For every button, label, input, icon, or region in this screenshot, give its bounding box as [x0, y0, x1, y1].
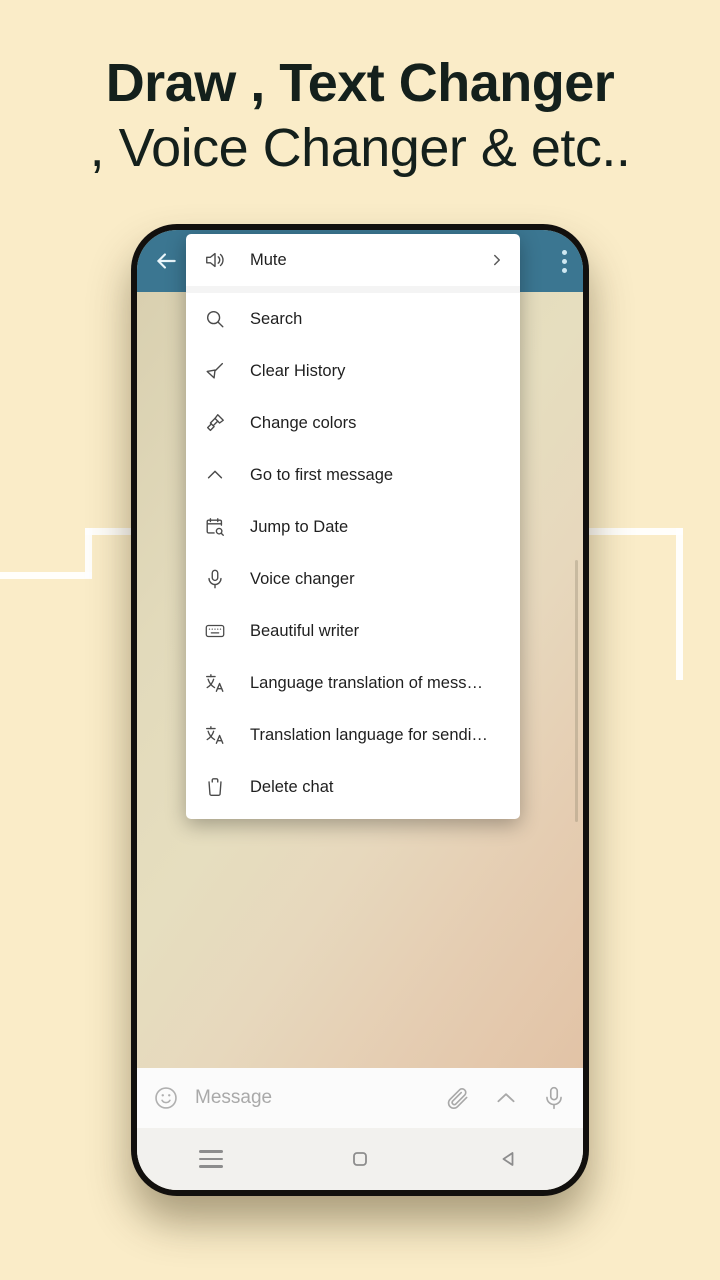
page-title-line-2: , Voice Changer & etc..: [89, 118, 631, 179]
menu-item-mute[interactable]: Mute: [186, 234, 520, 286]
menu-item-delete-chat[interactable]: Delete chat: [186, 761, 520, 813]
decoration-line-left-lower: [0, 572, 92, 579]
trash-icon: [204, 776, 234, 798]
menu-item-label: Language translation of mess…: [250, 673, 483, 692]
menu-item-label: Voice changer: [250, 569, 355, 588]
message-input-bar: Message: [137, 1068, 583, 1128]
overflow-menu: Mute Search Clear History Change colors …: [186, 234, 520, 819]
paperclip-icon[interactable]: [445, 1085, 471, 1111]
kebab-menu-icon[interactable]: [562, 249, 567, 273]
keyboard-icon: [204, 620, 234, 642]
menu-item-label: Clear History: [250, 361, 346, 380]
message-input-placeholder[interactable]: Message: [195, 1087, 431, 1109]
decoration-line-left-riser: [85, 528, 92, 578]
chevron-up-icon: [204, 464, 234, 486]
menu-item-search[interactable]: Search: [186, 293, 520, 345]
translate-icon: [204, 672, 234, 694]
android-nav-bar: [137, 1128, 583, 1190]
menu-section-divider: [186, 286, 520, 293]
menu-item-label: Jump to Date: [250, 517, 349, 536]
menu-item-label: Mute: [250, 250, 287, 269]
speaker-mute-icon: [204, 249, 234, 271]
decoration-line-right-side: [676, 528, 683, 680]
menu-item-label: Delete chat: [250, 777, 334, 796]
page-title-line-1: Draw , Text Changer: [105, 53, 615, 113]
calendar-search-icon: [204, 516, 234, 538]
broom-icon: [204, 360, 234, 382]
menu-item-label: Translation language for sendi…: [250, 725, 488, 744]
message-bar-actions: [445, 1085, 567, 1111]
microphone-icon[interactable]: [541, 1085, 567, 1111]
menu-item-beautiful-writer[interactable]: Beautiful writer: [186, 605, 520, 657]
chat-scrollbar[interactable]: [575, 560, 578, 822]
menu-item-change-colors[interactable]: Change colors: [186, 397, 520, 449]
search-icon: [204, 308, 234, 330]
page-title: Draw , Text Changer , Voice Changer & et…: [0, 53, 720, 179]
menu-item-voice-changer[interactable]: Voice changer: [186, 553, 520, 605]
menu-item-label: Search: [250, 309, 303, 328]
hamburger-recents-icon[interactable]: [176, 1139, 246, 1179]
smiley-icon[interactable]: [153, 1085, 179, 1111]
square-home-icon[interactable]: [325, 1139, 395, 1179]
menu-item-translation-language-for-sending[interactable]: Translation language for sendi…: [186, 709, 520, 761]
menu-item-language-translation-of-messages[interactable]: Language translation of mess…: [186, 657, 520, 709]
chevron-right-icon: [488, 251, 506, 269]
menu-item-label: Beautiful writer: [250, 621, 360, 640]
phone-mockup: Mute Search Clear History Change colors …: [131, 224, 589, 1196]
menu-item-label: Change colors: [250, 413, 357, 432]
phone-screen: Mute Search Clear History Change colors …: [137, 230, 583, 1190]
arrow-left-icon[interactable]: [153, 248, 179, 274]
triangle-back-icon[interactable]: [474, 1139, 544, 1179]
paint-brush-icon: [204, 412, 234, 434]
microphone-icon: [204, 568, 234, 590]
menu-item-label: Go to first message: [250, 465, 394, 484]
menu-item-go-to-first-message[interactable]: Go to first message: [186, 449, 520, 501]
translate-icon: [204, 724, 234, 746]
chevron-up-icon[interactable]: [493, 1085, 519, 1111]
menu-item-jump-to-date[interactable]: Jump to Date: [186, 501, 520, 553]
menu-item-clear-history[interactable]: Clear History: [186, 345, 520, 397]
